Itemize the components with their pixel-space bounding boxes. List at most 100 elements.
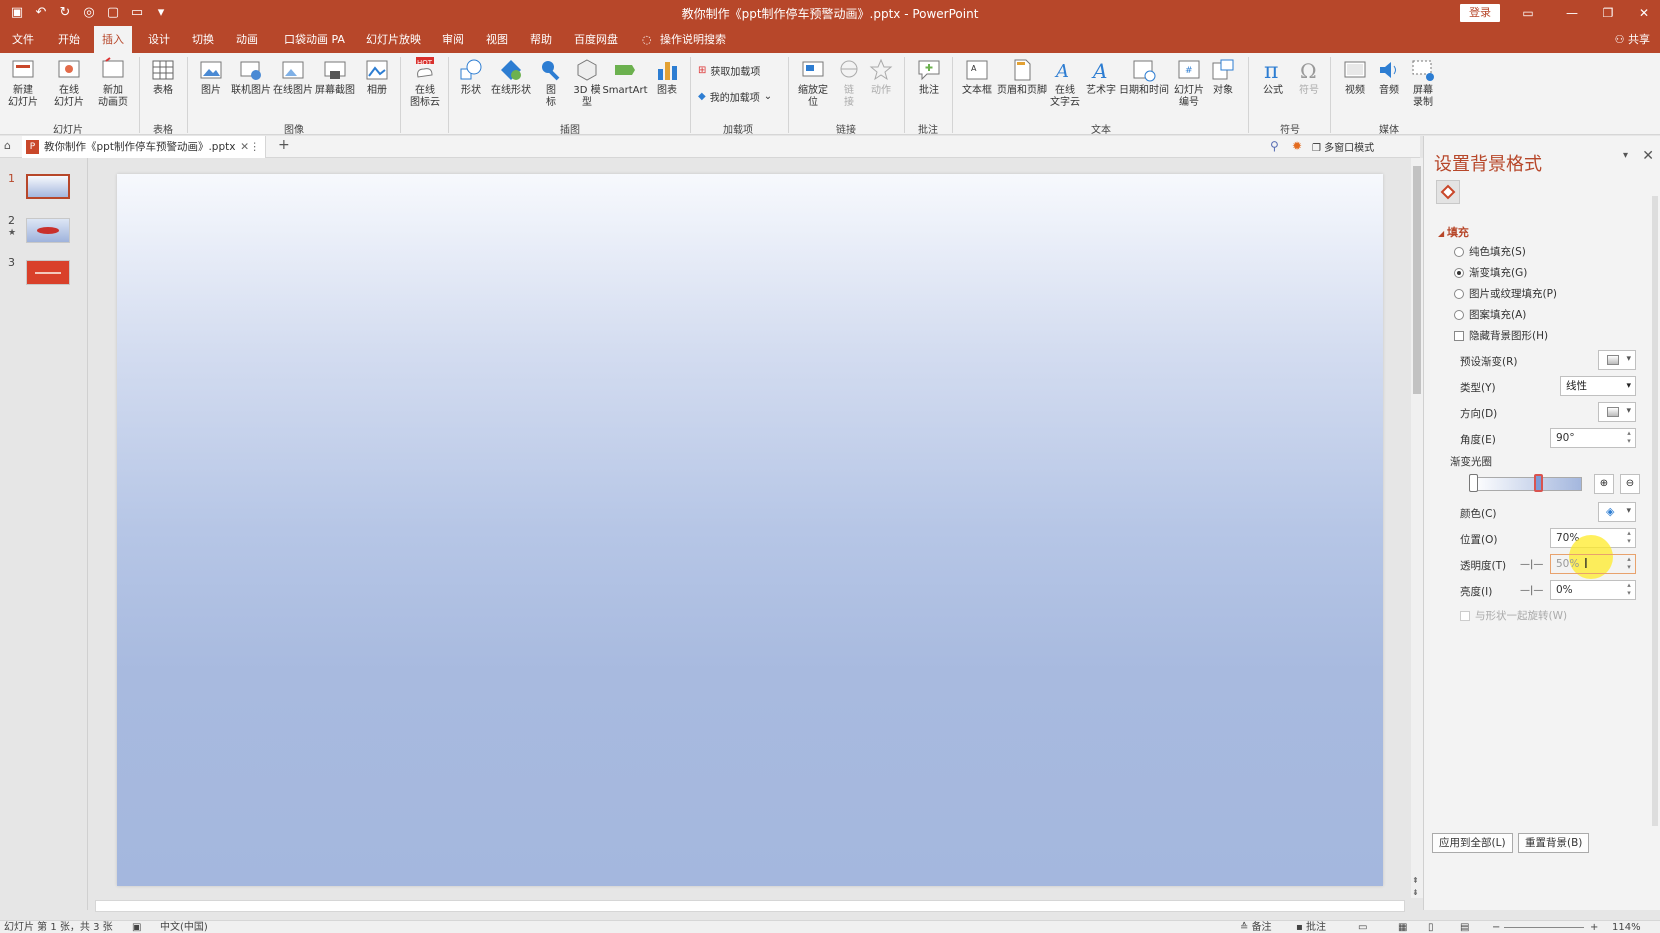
zoom-out-icon[interactable]: − [1492,921,1500,933]
brightness-input[interactable]: 0% [1550,580,1636,600]
tab-slideshow[interactable]: 幻灯片放映 [358,26,429,53]
hide-background-checkbox[interactable] [1454,330,1464,341]
tab-insert[interactable]: 插入 [94,26,132,53]
tab-file[interactable]: 文件 [4,26,42,53]
slide-thumbnail-1[interactable] [26,174,70,199]
gradient-type-select[interactable]: 线性 ▾ [1560,376,1636,396]
add-stop-icon[interactable]: ⊕ [1594,474,1614,494]
tab-animations[interactable]: 动画 [228,26,266,53]
gradient-stops-bar[interactable] [1472,477,1582,491]
solid-fill-option[interactable]: 纯色填充(S) [1454,244,1526,259]
online-slide-button[interactable]: 在线 幻灯片 [48,57,90,109]
accessibility-icon[interactable]: ▣ [132,921,141,933]
angle-input[interactable]: 90° [1550,428,1636,448]
pane-close-icon[interactable]: ✕ [1642,148,1654,164]
header-footer-button[interactable]: 页眉和页脚 [996,57,1048,97]
rotate-with-shape-option[interactable]: 与形状一起旋转(W) [1460,608,1567,623]
ribbon-display-icon[interactable]: ▭ [1506,0,1550,26]
pane-options-icon[interactable]: ▾ [1623,150,1628,161]
prev-slide-icon[interactable]: ⇞ [1412,876,1419,885]
close-icon[interactable]: ✕ [1622,0,1660,26]
notes-button[interactable]: ≙ 备注 [1240,921,1272,933]
tab-home[interactable]: 开始 [50,26,88,53]
comments-button[interactable]: ▪ 批注 [1296,921,1326,933]
tab-view[interactable]: 视图 [478,26,516,53]
new-slide-button[interactable]: 新建 幻灯片 [2,57,44,109]
symbol-button[interactable]: Ω 符号 [1288,57,1330,97]
transparency-slider[interactable]: —|— [1520,559,1543,570]
screen-recording-button[interactable]: 屏幕 录制 [1402,57,1444,109]
next-slide-icon[interactable]: ⇟ [1412,888,1419,897]
table-button[interactable]: 表格 [142,57,184,97]
zoom-in-icon[interactable]: + [1590,921,1598,933]
scrollbar-thumb[interactable] [1413,166,1421,394]
tab-review[interactable]: 审阅 [434,26,472,53]
get-addins-button[interactable]: ⊞ 获取加载项 [698,63,760,78]
tab-menu-icon[interactable]: ⋮ [250,136,261,158]
action-button[interactable]: 动作 [860,57,902,97]
fill-category-icon[interactable] [1436,180,1460,204]
new-animation-page-button[interactable]: 新加 动画页 [92,57,134,109]
multiwindow-button[interactable]: ❐ 多窗口模式 [1312,139,1374,154]
fill-section-header[interactable]: ◢ 填充 [1438,224,1469,240]
zoom-level[interactable]: 114% [1612,921,1641,933]
picture-fill-option[interactable]: 图片或纹理填充(P) [1454,286,1557,301]
login-button[interactable]: 登录 [1460,4,1500,22]
date-time-button[interactable]: 日期和时间 [1118,57,1170,97]
rotate-with-shape-checkbox[interactable] [1460,610,1470,621]
language-status[interactable]: 中文(中国) [160,921,208,933]
close-tab-icon[interactable]: ✕ [240,136,249,158]
slideshow-view-icon[interactable]: ▤ [1460,921,1469,933]
solid-fill-radio[interactable] [1454,246,1464,257]
screenshot-button[interactable]: 屏幕截图 [314,57,356,97]
settings-icon[interactable]: ✹ [1292,139,1302,153]
preset-gradient-dropdown[interactable]: ▾ [1598,350,1636,370]
tab-transitions[interactable]: 切换 [184,26,222,53]
slide-thumbnail-2[interactable] [26,218,70,243]
pane-scrollbar[interactable] [1652,196,1658,826]
online-icon-cloud-button[interactable]: HOT 在线 图标云 [404,57,446,109]
hide-background-option[interactable]: 隐藏背景图形(H) [1454,328,1548,343]
tab-help[interactable]: 帮助 [522,26,560,53]
tell-me-search[interactable]: ◌ 操作说明搜索 [636,26,734,53]
document-tab[interactable]: P 教你制作《ppt制作停车预警动画》.pptx ✕ ⋮ [22,136,266,158]
object-button[interactable]: 对象 [1202,57,1244,97]
tab-design[interactable]: 设计 [140,26,178,53]
picture-fill-radio[interactable] [1454,288,1464,299]
gradient-stop-2-selected[interactable] [1534,474,1543,492]
current-slide-canvas[interactable] [117,174,1383,886]
apply-to-all-button[interactable]: 应用到全部(L) [1432,833,1513,853]
gradient-stop-1[interactable] [1469,474,1478,492]
reading-view-icon[interactable]: ▯ [1428,921,1434,933]
horizontal-scrollbar[interactable] [95,900,1405,912]
pattern-fill-option[interactable]: 图案填充(A) [1454,307,1526,322]
album-button[interactable]: 相册 [356,57,398,97]
zoom-slider[interactable] [1504,927,1584,928]
shapes-button[interactable]: 形状 [450,57,492,97]
picture-button[interactable]: 图片 [190,57,232,97]
slide-thumbnail-3[interactable] [26,260,70,285]
smartart-button[interactable]: SmartArt [602,57,648,97]
vertical-scrollbar[interactable]: ⇞ ⇟ [1411,158,1423,898]
online-shapes-button[interactable]: 在线形状 [490,57,532,97]
wordart-button[interactable]: A 艺术字 [1080,57,1122,97]
reset-background-button[interactable]: 重置背景(B) [1518,833,1590,853]
share-button[interactable]: ⚇ 共享 [1615,26,1650,53]
color-picker-dropdown[interactable]: ◈ ▾ [1598,502,1636,522]
tab-baidu-netdisk[interactable]: 百度网盘 [566,26,626,53]
web-picture-button[interactable]: 在线图片 [272,57,314,97]
gradient-fill-radio[interactable] [1454,267,1464,278]
comment-button[interactable]: 批注 [908,57,950,97]
textbox-button[interactable]: A 文本框 [956,57,998,97]
remove-stop-icon[interactable]: ⊖ [1620,474,1640,494]
gradient-fill-option[interactable]: 渐变填充(G) [1454,265,1527,280]
transparency-input[interactable]: 50% [1550,554,1636,574]
slide-sorter-icon[interactable]: ▦ [1398,921,1407,933]
home-icon[interactable]: ⌂ [4,139,11,152]
new-tab-icon[interactable]: + [278,137,290,153]
pin-icon[interactable]: ⚲ [1270,139,1279,153]
my-addins-button[interactable]: ◆ 我的加载项 ⌄ [698,89,772,104]
normal-view-icon[interactable]: ▭ [1358,921,1367,933]
tab-pocket-animation[interactable]: 口袋动画 PA [276,26,353,53]
pattern-fill-radio[interactable] [1454,309,1464,320]
